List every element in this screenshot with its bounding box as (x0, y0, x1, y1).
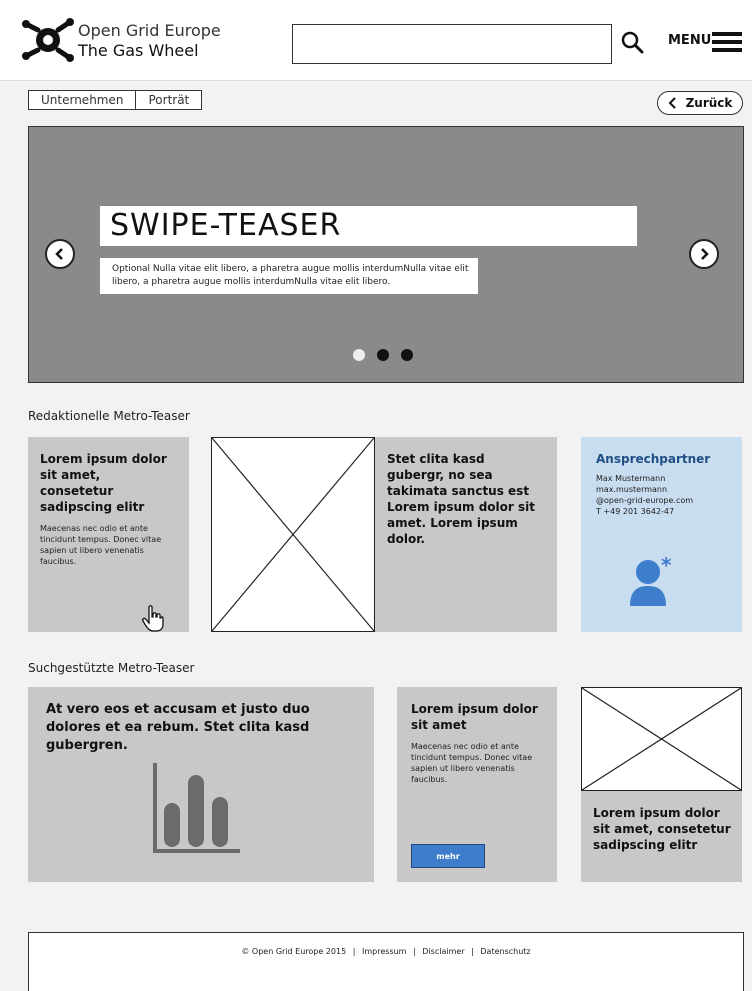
page: Open Grid Europe The Gas Wheel MENU Unte… (0, 0, 752, 991)
slide-dot-3[interactable] (401, 349, 413, 361)
copyright: © Open Grid Europe 2015 (241, 947, 347, 956)
breadcrumb-item-unternehmen[interactable]: Unternehmen (29, 91, 135, 109)
bar-chart-icon (153, 763, 240, 853)
tile-heading: Stet clita kasd gubergr, no sea takimata… (387, 452, 535, 546)
back-label: Zurück (685, 96, 733, 110)
chevron-right-icon (701, 248, 709, 260)
contact-heading: Ansprechpartner (596, 452, 711, 466)
brand-name[interactable]: Open Grid Europe The Gas Wheel (78, 21, 221, 61)
contact-email-line-2[interactable]: @open-grid-europe.com (596, 495, 727, 506)
menu-label[interactable]: MENU (668, 33, 711, 48)
brand-line-1: Open Grid Europe (78, 21, 221, 40)
person-icon: * (630, 553, 672, 606)
footer-links: © Open Grid Europe 2015 | Impressum | Di… (29, 947, 743, 956)
hero-title: SWIPE-TEASER (100, 206, 637, 246)
hamburger-menu-icon[interactable] (712, 31, 742, 53)
footer-link-impressum[interactable]: Impressum (362, 947, 406, 956)
footer-link-disclaimer[interactable]: Disclaimer (422, 947, 464, 956)
tile-heading: Lorem ipsum dolor sit amet, consetetur s… (593, 806, 731, 852)
svg-text:*: * (661, 553, 672, 577)
image-placeholder (211, 437, 375, 632)
image-placeholder (581, 687, 742, 791)
contact-tile[interactable]: Ansprechpartner Max Mustermann max.muste… (581, 437, 742, 632)
footer: © Open Grid Europe 2015 | Impressum | Di… (28, 932, 744, 991)
search-tile-1[interactable]: At vero eos et accusam et justo duo dolo… (28, 687, 374, 882)
tile-heading: Lorem ipsum dolor sit amet, consetetur s… (40, 452, 167, 514)
tile-heading: At vero eos et accusam et justo duo dolo… (46, 702, 310, 753)
mehr-button[interactable]: mehr (411, 844, 485, 868)
contact-email-line-1[interactable]: max.mustermann (596, 484, 727, 495)
contact-details: Max Mustermann max.mustermann @open-grid… (596, 473, 727, 517)
previous-slide-button[interactable] (45, 239, 75, 269)
hero-text: Optional Nulla vitae elit libero, a phar… (100, 258, 478, 294)
next-slide-button[interactable] (689, 239, 719, 269)
search-tile-3[interactable]: Lorem ipsum dolor sit amet, consetetur s… (581, 687, 742, 882)
slide-indicator (353, 349, 413, 361)
hand-cursor-icon (142, 605, 164, 632)
tile-heading: Lorem ipsum dolor sit amet (411, 702, 538, 732)
separator: | (471, 947, 474, 956)
contact-name: Max Mustermann (596, 474, 666, 483)
search-tile-2[interactable]: Lorem ipsum dolor sit amet Maecenas nec … (397, 687, 557, 882)
editorial-tile-3[interactable]: Stet clita kasd gubergr, no sea takimata… (375, 437, 557, 632)
gas-wheel-logo-icon[interactable] (20, 14, 76, 66)
search-icon[interactable] (620, 30, 644, 54)
back-button[interactable]: Zurück (657, 91, 743, 115)
separator: | (352, 947, 356, 956)
slide-dot-1[interactable] (353, 349, 365, 361)
chevron-left-icon (55, 248, 63, 260)
header: Open Grid Europe The Gas Wheel MENU (0, 0, 752, 81)
footer-link-datenschutz[interactable]: Datenschutz (480, 947, 530, 956)
editorial-tile-1[interactable]: Lorem ipsum dolor sit amet, consetetur s… (28, 437, 189, 632)
chevron-left-icon (668, 97, 676, 109)
brand-line-2: The Gas Wheel (78, 41, 199, 60)
section-title-editorial: Redaktionelle Metro-Teaser (28, 409, 190, 423)
search-input[interactable] (292, 24, 612, 64)
section-title-search: Suchgestützte Metro-Teaser (28, 661, 195, 675)
breadcrumb: Unternehmen Porträt (28, 90, 203, 110)
tile-body: Maecenas nec odio et ante tincidunt temp… (40, 524, 162, 566)
slide-dot-2[interactable] (377, 349, 389, 361)
contact-phone[interactable]: T +49 201 3642-47 (596, 506, 727, 517)
breadcrumb-item-portraet[interactable]: Porträt (135, 91, 201, 109)
swipe-teaser[interactable]: SWIPE-TEASER Optional Nulla vitae elit l… (28, 126, 744, 383)
separator: | (413, 947, 416, 956)
tile-body: Maecenas nec odio et ante tincidunt temp… (411, 742, 533, 784)
